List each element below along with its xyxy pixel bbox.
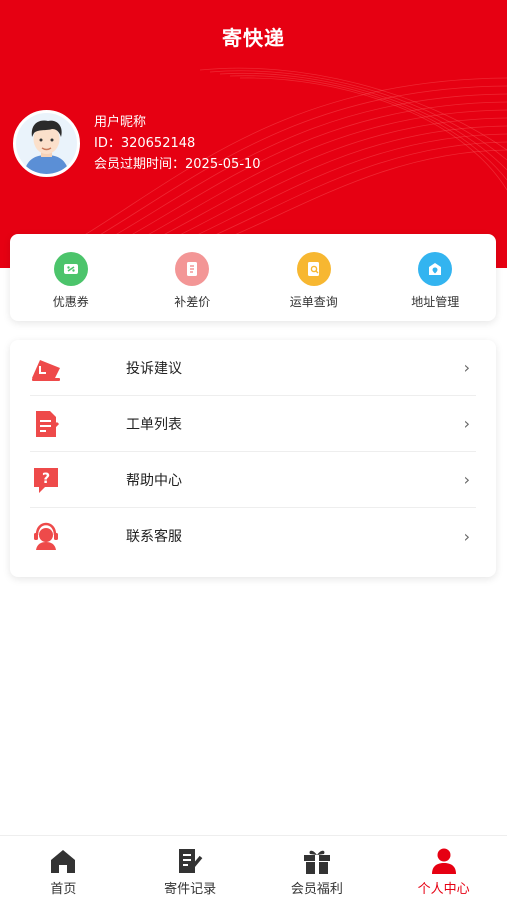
- address-icon: [418, 252, 453, 286]
- tab-label: 首页: [50, 882, 77, 897]
- user-avatar-icon: [16, 113, 77, 174]
- tab-label: 个人中心: [417, 882, 470, 897]
- customer-service-icon: [30, 520, 62, 552]
- quick-action-coupon[interactable]: 优惠券: [10, 234, 132, 321]
- shipping-record-icon: [175, 846, 205, 876]
- quick-action-price-difference[interactable]: 补差价: [132, 234, 254, 321]
- chevron-right-icon: ›: [463, 526, 470, 546]
- tab-label: 会员福利: [290, 882, 343, 897]
- svg-text:?: ?: [42, 471, 50, 487]
- quick-action-label: 补差价: [174, 295, 211, 309]
- chevron-right-icon: ›: [463, 358, 470, 377]
- menu-item-ticket-list[interactable]: 工单列表 ›: [30, 396, 476, 452]
- quick-action-label: 优惠券: [52, 295, 89, 309]
- tab-member-benefits[interactable]: 会员福利: [254, 836, 381, 900]
- page-title: 寄快递: [222, 26, 285, 50]
- complaint-icon: [30, 352, 62, 384]
- user-id: ID：320652148: [94, 136, 196, 151]
- price-difference-icon: [175, 252, 210, 286]
- ticket-list-icon: [30, 408, 62, 440]
- tab-shipping-records[interactable]: 寄件记录: [127, 836, 254, 900]
- gift-icon: [302, 846, 332, 876]
- quick-action-label: 运单查询: [289, 295, 338, 309]
- coupon-icon: [53, 252, 88, 286]
- bottom-tab-bar: 首页 寄件记录 会员福利 个人中心: [0, 835, 507, 900]
- quick-action-waybill-search[interactable]: 运单查询: [253, 234, 375, 321]
- menu-item-label: 联系客服: [126, 529, 182, 545]
- avatar[interactable]: [13, 110, 80, 177]
- menu-item-label: 工单列表: [126, 416, 182, 433]
- quick-action-label: 地址管理: [411, 295, 460, 309]
- user-nickname: 用户昵称: [94, 115, 147, 130]
- menu-item-label: 帮助中心: [126, 472, 182, 489]
- person-icon: [429, 846, 459, 876]
- quick-action-address[interactable]: 地址管理: [375, 234, 497, 321]
- tab-home[interactable]: 首页: [0, 836, 127, 900]
- menu-item-complaint[interactable]: 投诉建议 ›: [30, 340, 476, 396]
- waybill-search-icon: [296, 252, 331, 286]
- tab-label: 寄件记录: [164, 882, 217, 897]
- profile-header: 寄快递 用户昵称 ID：320652148 会员过期时间：2025-05-10: [0, 0, 507, 268]
- home-icon: [48, 846, 78, 876]
- menu-item-label: 投诉建议: [126, 360, 182, 377]
- user-info: 用户昵称 ID：320652148 会员过期时间：2025-05-10: [94, 112, 261, 175]
- help-icon: ?: [30, 464, 62, 496]
- membership-expire: 会员过期时间：2025-05-10: [94, 157, 261, 172]
- chevron-right-icon: ›: [463, 414, 470, 433]
- quick-actions-card: 优惠券 补差价 运单查询 地址管理: [10, 234, 496, 321]
- menu-item-customer-service[interactable]: 联系客服 ›: [30, 508, 476, 564]
- menu-item-help-center[interactable]: ? 帮助中心 ›: [30, 452, 476, 508]
- chevron-right-icon: ›: [463, 470, 470, 489]
- tab-personal-center[interactable]: 个人中心: [380, 836, 507, 900]
- menu-list: 投诉建议 › 工单列表 › ? 帮助中心 › 联系客服 ›: [10, 340, 496, 577]
